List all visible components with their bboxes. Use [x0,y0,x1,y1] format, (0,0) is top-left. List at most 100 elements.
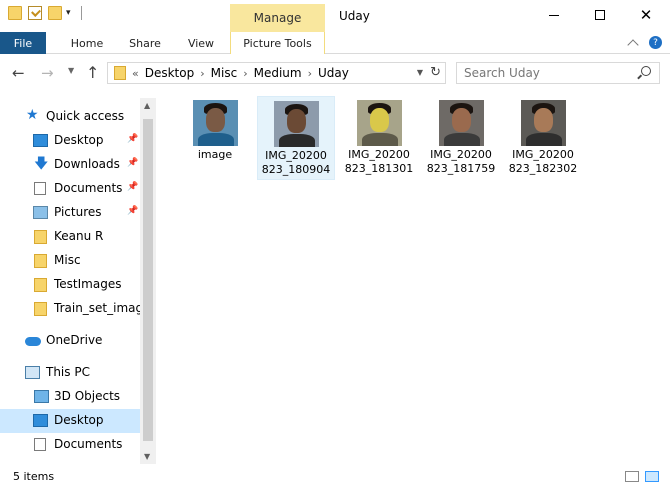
navigation-pane: ★ Quick access Desktop 📌 🡇 Downloads 📌 D… [0,98,156,464]
help-icon[interactable]: ? [649,36,662,49]
pin-icon: 📌 [127,158,139,168]
breadcrumb: « Desktop › Misc › Medium › Uday [132,66,349,80]
breadcrumb-uday[interactable]: Uday [318,66,349,80]
minimize-icon [549,14,559,16]
sidebar-item-label: Documents [54,181,123,195]
item-count: 5 items [13,470,55,483]
file-name: IMG_20200 823_182302 [508,148,578,175]
thumbnail-detail [286,109,306,133]
details-view-icon[interactable] [625,471,639,482]
sidebar-item-desktop-pinned[interactable]: Desktop 📌 [0,129,140,153]
pin-icon: 📌 [127,182,139,192]
sidebar-item-pictures[interactable]: Pictures 📌 [0,201,140,225]
folder-icon [34,230,47,244]
sidebar-item-documents[interactable]: Documents [0,433,140,457]
thumbnail-detail [443,133,480,146]
sidebar-item-label: Pictures [54,205,102,219]
desktop-icon [33,414,48,427]
sidebar-item-label: 3D Objects [54,389,121,403]
sidebar-item-keanu-r[interactable]: Keanu R [0,225,140,249]
search-box[interactable]: Search Uday [456,62,660,84]
tab-file[interactable]: File [0,32,46,54]
back-arrow-icon[interactable]: ← [12,64,25,82]
computer-icon [25,366,40,379]
sidebar-item-testimages[interactable]: TestImages [0,273,140,297]
file-item[interactable]: IMG_20200 823_182302 [504,96,582,180]
thumbnail-detail [361,133,398,146]
scroll-down-icon[interactable]: ▼ [144,452,150,461]
overflow-chevron-icon[interactable]: « [132,67,139,80]
sidebar-item-label: Misc [54,253,81,267]
image-thumbnail [356,100,402,146]
collapse-ribbon-icon[interactable] [627,38,639,51]
file-name: IMG_20200 823_181759 [426,148,496,175]
folder-icon [34,302,47,316]
sidebar-item-label: Keanu R [54,229,104,243]
breadcrumb-misc[interactable]: Misc [211,66,238,80]
thumbnail-detail [533,108,553,132]
recent-locations-dropdown-icon[interactable]: ▼ [68,66,74,75]
sidebar-item-misc[interactable]: Misc [0,249,140,273]
sidebar-item-label: Downloads [54,157,120,171]
navigation-pane-scrollbar[interactable]: ▲ ▼ [140,98,156,464]
close-icon: ✕ [639,5,653,24]
new-folder-icon[interactable] [48,6,62,20]
thumbnail-detail [451,108,471,132]
search-placeholder: Search Uday [464,66,540,80]
sidebar-item-this-pc[interactable]: This PC [0,361,140,385]
file-item[interactable]: IMG_20200 823_181759 [422,96,500,180]
minimize-button[interactable] [531,0,577,30]
sidebar-item-3d-objects[interactable]: 3D Objects [0,385,140,409]
tab-picture-tools[interactable]: Picture Tools [230,32,325,54]
star-icon: ★ [26,107,39,123]
thumbnail-detail [197,133,234,146]
breadcrumb-separator-icon[interactable]: › [200,67,204,80]
breadcrumb-separator-icon[interactable]: › [243,67,247,80]
file-item[interactable]: IMG_20200 823_180904 [257,96,335,180]
large-icons-view-icon[interactable] [645,471,659,482]
folder-icon [34,254,47,268]
sidebar-item-label: This PC [46,365,90,379]
3d-objects-icon [34,390,49,403]
close-button[interactable]: ✕ [623,0,669,30]
sidebar-item-onedrive[interactable]: OneDrive [0,329,140,353]
address-dropdown-icon[interactable]: ▼ [417,68,423,77]
customize-toolbar-dropdown-icon[interactable]: ▾ [66,8,71,18]
folder-icon[interactable] [8,6,22,20]
breadcrumb-separator-icon[interactable]: › [308,67,312,80]
file-item[interactable]: image [176,96,254,180]
file-explorer-window: ▾ Manage Uday ✕ File Home Share View Pic… [0,0,670,489]
tab-home[interactable]: Home [60,32,114,54]
ribbon-tabs: File Home Share View Picture Tools [0,32,670,54]
pictures-icon [33,206,48,219]
forward-arrow-icon[interactable]: → [41,64,54,82]
thumbnail-detail [369,108,389,132]
navigation-bar: ← → ▼ ↑ « Desktop › Misc › Medium › Uday… [0,55,670,91]
tab-share[interactable]: Share [120,32,170,54]
tab-view[interactable]: View [178,32,224,54]
breadcrumb-medium[interactable]: Medium [254,66,302,80]
sidebar-item-downloads[interactable]: 🡇 Downloads 📌 [0,153,140,177]
quick-access-toolbar: ▾ [8,6,82,20]
search-icon[interactable] [641,66,651,76]
thumbnail-detail [205,108,225,132]
maximize-button[interactable] [577,0,623,30]
sidebar-item-documents-pinned[interactable]: Documents 📌 [0,177,140,201]
breadcrumb-desktop[interactable]: Desktop [145,66,195,80]
cloud-icon [25,337,41,346]
sidebar-item-label: Desktop [54,133,104,147]
file-item[interactable]: IMG_20200 823_181301 [340,96,418,180]
documents-icon [34,438,46,451]
window-title: Uday [339,9,370,23]
sidebar-item-desktop[interactable]: Desktop [0,409,140,433]
up-arrow-icon[interactable]: ↑ [86,63,99,82]
scrollbar-thumb[interactable] [143,119,153,441]
refresh-icon[interactable]: ↻ [430,65,441,80]
folder-icon [34,278,47,292]
properties-icon[interactable] [28,6,42,20]
sidebar-item-quick-access[interactable]: ★ Quick access [0,105,140,129]
sidebar-item-train-set-images[interactable]: Train_set_images [0,297,156,321]
address-bar[interactable]: « Desktop › Misc › Medium › Uday ▼ ↻ [107,62,446,84]
scroll-up-icon[interactable]: ▲ [144,101,150,110]
manage-contextual-tab[interactable]: Manage [230,4,325,32]
